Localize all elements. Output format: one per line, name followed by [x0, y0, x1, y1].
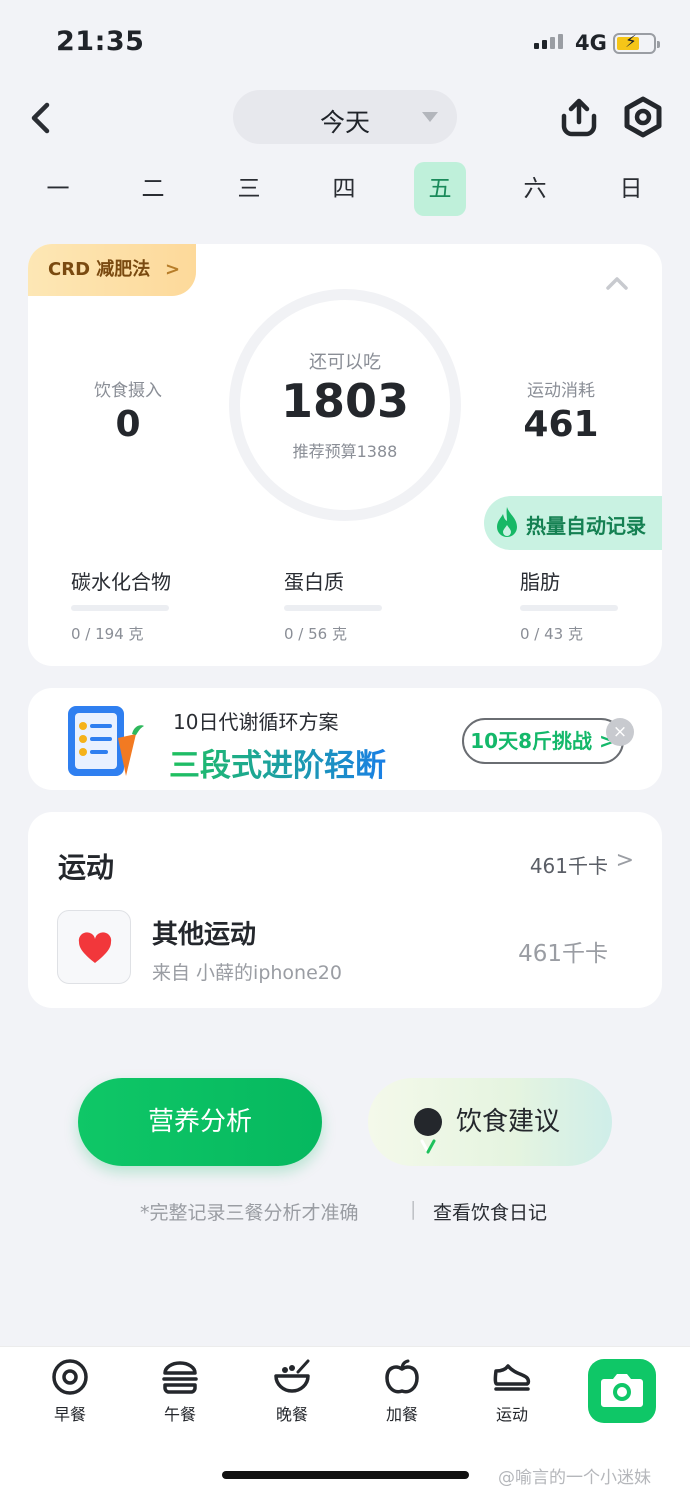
macro-progress-bar: [284, 605, 382, 611]
diet-advice-button[interactable]: 饮食建议: [368, 1078, 612, 1166]
tab-label: 早餐: [53, 1405, 86, 1424]
chevron-up-icon: [606, 277, 628, 290]
intake-label: 饮食摄入: [94, 381, 162, 401]
settings-button[interactable]: [622, 96, 664, 138]
chevron-right-icon: >: [165, 259, 181, 280]
share-upload-icon: [561, 98, 597, 137]
collapse-button[interactable]: [604, 274, 630, 292]
date-selector[interactable]: 今天: [233, 90, 457, 144]
checklist-carrot-icon: [68, 706, 144, 776]
macro-name: 蛋白质: [284, 570, 344, 594]
exercise-card: 运动 461千卡 > 其他运动 来自 小薛的iphone20 461千卡: [28, 812, 662, 1008]
weekday-wed[interactable]: 三: [223, 162, 275, 216]
weekday-sun[interactable]: 日: [605, 162, 657, 216]
calorie-summary-card: CRD 减肥法 > 饮食摄入 0 还可以吃 1803 推荐预算1388 运动消耗…: [28, 244, 662, 666]
chevron-left-icon: [31, 102, 50, 134]
promo-banner[interactable]: 10日代谢循环方案 三段式进阶轻断 10天8斤挑战 > ×: [28, 688, 662, 790]
macro-amount: 0 / 43 克: [520, 625, 583, 643]
sneaker-icon: [493, 1364, 531, 1391]
home-indicator: [222, 1471, 469, 1479]
nutrition-analysis-button[interactable]: 营养分析: [78, 1078, 322, 1166]
watermark: @喻言的一个小迷妹: [498, 1468, 651, 1488]
status-bar: 21:35 4G ⚡: [0, 0, 690, 86]
camera-icon: [601, 1374, 643, 1407]
chevron-right-icon[interactable]: >: [616, 848, 634, 873]
camera-button[interactable]: [588, 1359, 656, 1423]
macro-carbs: 碳水化合物 0 / 194 克: [71, 566, 211, 644]
network-type: 4G: [575, 31, 607, 55]
battery-icon: ⚡: [613, 32, 660, 54]
intake-value: 0: [115, 404, 141, 445]
weekday-fri-selected[interactable]: 五: [414, 162, 466, 216]
weekday-tue[interactable]: 二: [127, 162, 179, 216]
exercise-item-kcal: 461千卡: [518, 941, 608, 967]
weekday-selector: 一 二 三 四 五 六 日: [0, 162, 690, 218]
cellular-signal-icon: [534, 34, 563, 49]
weekday-thu[interactable]: 四: [318, 162, 370, 216]
back-button[interactable]: [22, 96, 62, 140]
share-button[interactable]: [558, 96, 600, 138]
auto-record-label: 热量自动记录: [526, 514, 646, 538]
tab-snack[interactable]: 加餐: [367, 1357, 437, 1425]
caret-down-icon: [422, 112, 438, 122]
macro-amount: 0 / 194 克: [71, 625, 144, 643]
macro-progress-bar: [520, 605, 618, 611]
hint-separator: |: [410, 1198, 417, 1220]
promo-title: 10日代谢循环方案: [173, 710, 339, 734]
record-hint: *完整记录三餐分析才准确: [140, 1202, 359, 1224]
macro-name: 碳水化合物: [71, 570, 171, 594]
burn-value: 461: [523, 404, 599, 445]
tab-label: 晚餐: [275, 1405, 308, 1424]
macro-amount: 0 / 56 克: [284, 625, 347, 643]
tab-dinner[interactable]: 晚餐: [257, 1357, 327, 1425]
budget-text: 推荐预算1388: [292, 442, 398, 461]
remaining-label: 还可以吃: [309, 352, 381, 373]
exercise-item-source: 来自 小薛的iphone20: [152, 962, 342, 984]
tab-label: 运动: [495, 1405, 528, 1424]
flame-icon: [497, 507, 517, 537]
tab-label: 加餐: [385, 1405, 418, 1424]
heart-icon: [78, 932, 112, 963]
v-badge-icon: [414, 1108, 442, 1154]
bowl-icon: [274, 1359, 310, 1393]
weekday-sat[interactable]: 六: [509, 162, 561, 216]
tab-exercise[interactable]: 运动: [477, 1357, 547, 1425]
apple-icon: [385, 1359, 419, 1394]
auto-record-button[interactable]: 热量自动记录: [484, 496, 662, 550]
diet-advice-label: 饮食建议: [456, 1107, 561, 1137]
promo-headline: 三段式进阶轻断: [169, 740, 386, 785]
weekday-mon[interactable]: 一: [32, 162, 84, 216]
burn-label: 运动消耗: [527, 381, 595, 401]
macro-protein: 蛋白质 0 / 56 克: [284, 566, 424, 644]
health-app-icon: [57, 910, 131, 984]
tab-lunch[interactable]: 午餐: [145, 1357, 215, 1425]
macro-name: 脂肪: [520, 570, 560, 594]
diet-plan-tag[interactable]: CRD 减肥法 >: [28, 244, 196, 296]
egg-plate-icon: [52, 1359, 88, 1395]
bottom-tab-bar: 早餐 午餐 晚餐 加餐 运动 @喻言的一个小迷妹: [0, 1346, 690, 1493]
close-icon[interactable]: ×: [606, 718, 634, 746]
tab-label: 午餐: [163, 1405, 196, 1424]
promo-challenge-button[interactable]: 10天8斤挑战 >: [462, 718, 624, 764]
view-diary-link[interactable]: 查看饮食日记: [433, 1198, 547, 1225]
exercise-total[interactable]: 461千卡: [530, 850, 608, 879]
status-time: 21:35: [56, 26, 145, 57]
remaining-value: 1803: [280, 374, 410, 428]
exercise-title: 运动: [58, 851, 115, 884]
macro-progress-bar: [71, 605, 169, 611]
settings-gear-icon: [624, 96, 662, 138]
exercise-item-name: 其他运动: [152, 920, 257, 950]
tab-breakfast[interactable]: 早餐: [35, 1357, 105, 1425]
macro-fat: 脂肪 0 / 43 克: [520, 566, 660, 644]
burger-icon: [162, 1361, 198, 1394]
diet-plan-label: CRD 减肥法: [48, 259, 151, 280]
